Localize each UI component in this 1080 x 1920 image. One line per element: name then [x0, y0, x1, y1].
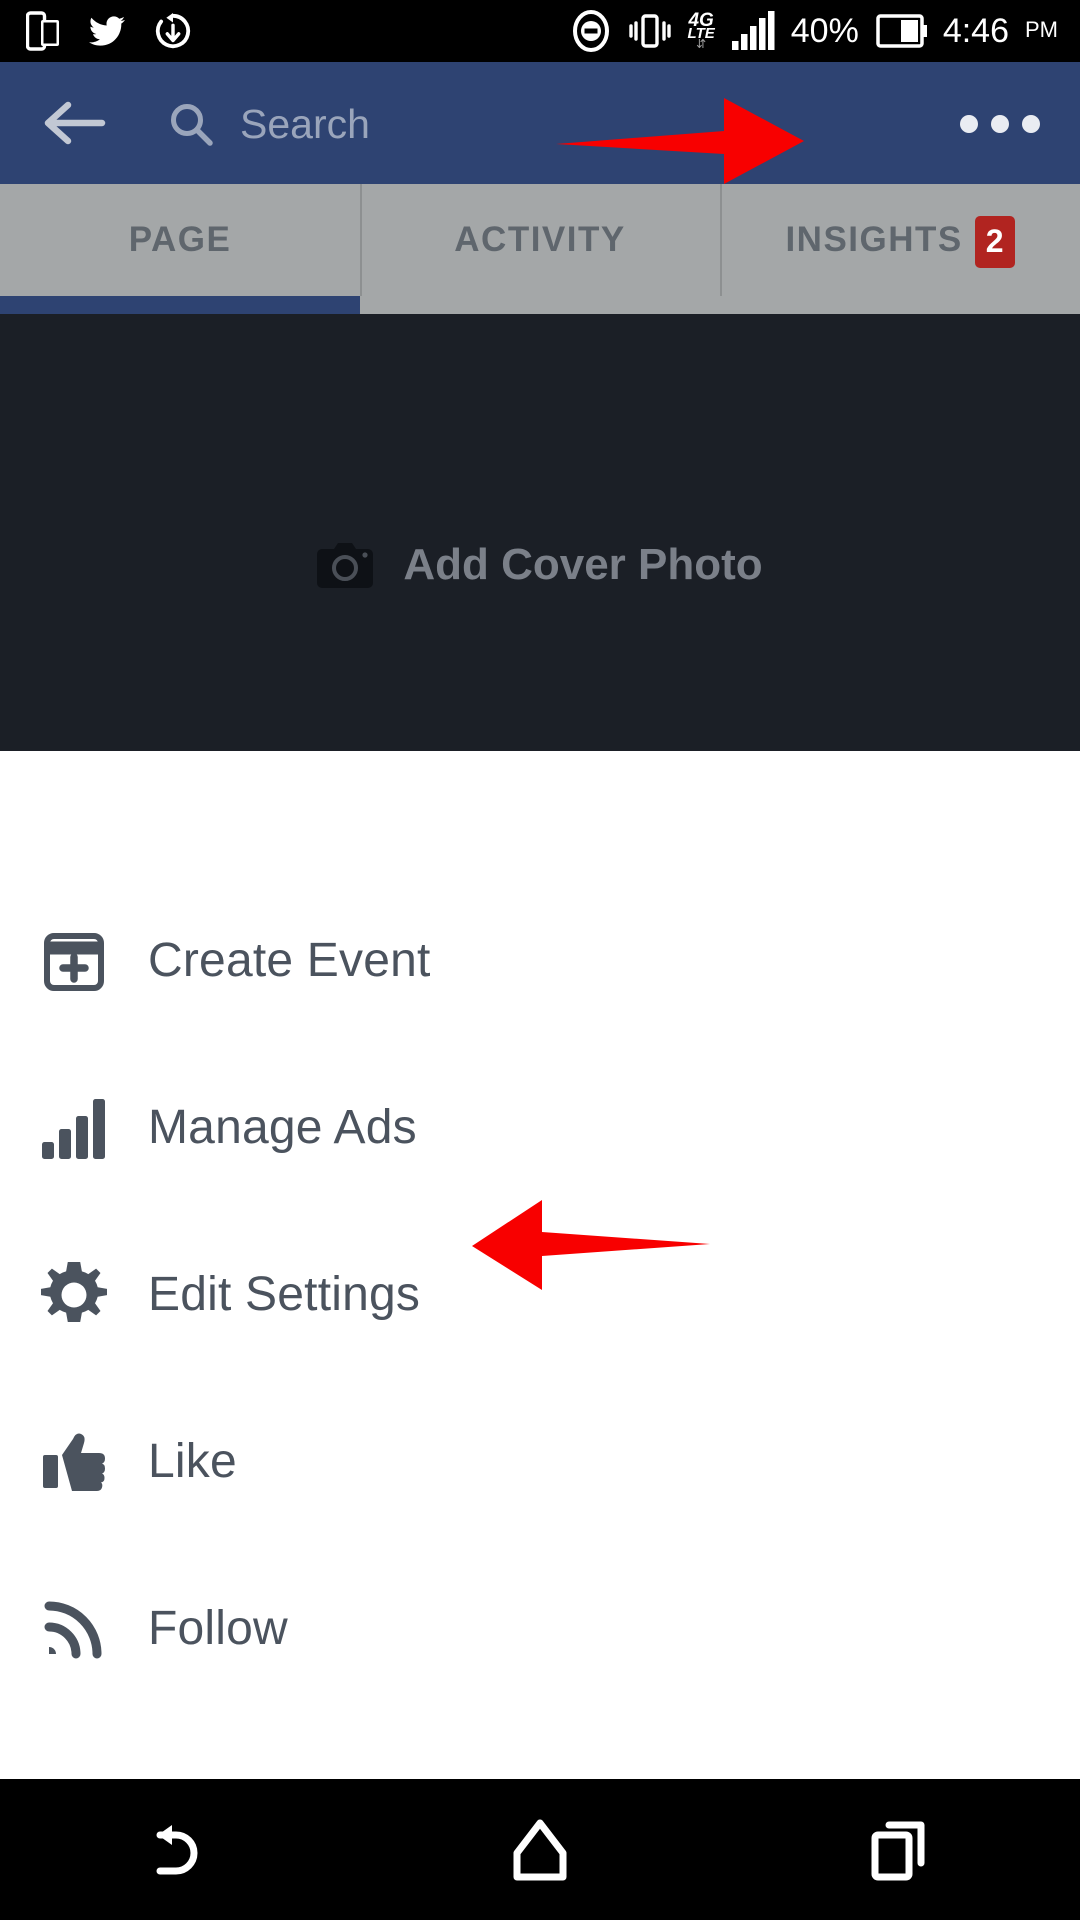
data-arrows-icon: ⇵ [696, 37, 707, 52]
overflow-menu-icon [991, 115, 1009, 133]
multi-window-icon [26, 11, 60, 51]
android-nav-bar [0, 1779, 1080, 1920]
do-not-disturb-icon [570, 10, 612, 52]
back-curved-arrow-icon [156, 1824, 198, 1874]
menu-item-label: Follow [148, 1602, 288, 1655]
back-nav-button[interactable] [0, 1819, 360, 1881]
menu-item-label: Like [148, 1435, 237, 1488]
search-icon [171, 104, 213, 146]
twitter-icon [86, 13, 128, 49]
back-arrow-icon [44, 101, 106, 145]
add-cover-photo-button[interactable]: Add Cover Photo [317, 539, 763, 590]
4g-lte-icon: 4G LTE ⇵ [687, 9, 715, 52]
clock-label: 4:46 [942, 12, 1009, 50]
vibrate-icon [628, 10, 672, 52]
menu-item-follow[interactable]: Follow [0, 1545, 1080, 1712]
rss-icon [0, 1598, 148, 1660]
menu-item-create-event[interactable]: Create Event [0, 877, 1080, 1044]
status-bar-right-icons: 4G LTE ⇵ 40% 4:46 PM [570, 10, 1080, 52]
tab-activity-label: ACTIVITY [454, 220, 626, 259]
page-actions-menu: Create Event Manage Ads Edit Settings Li… [0, 751, 1080, 1779]
app-bar: Search [0, 62, 1080, 196]
search-input[interactable]: Search [168, 86, 918, 162]
home-icon [513, 1819, 567, 1880]
battery-icon [875, 14, 927, 48]
overflow-menu-button[interactable] [952, 102, 1048, 146]
thumbs-up-icon [0, 1431, 148, 1493]
clock-meridiem-label: PM [1025, 17, 1058, 42]
menu-item-label: Create Event [148, 934, 431, 987]
phone-screen: 4G LTE ⇵ 40% 4:46 PM Search PAGE ACTIVIT… [0, 0, 1080, 1920]
cover-photo-area[interactable]: Add Cover Photo [0, 314, 1080, 751]
battery-percent-label: 40% [790, 12, 859, 50]
menu-item-manage-ads[interactable]: Manage Ads [0, 1044, 1080, 1211]
menu-item-edit-settings[interactable]: Edit Settings [0, 1211, 1080, 1378]
back-button[interactable] [40, 90, 110, 156]
home-nav-button[interactable] [360, 1819, 720, 1881]
tab-bar: PAGE ACTIVITY INSIGHTS 2 [0, 184, 1080, 296]
tab-page-label: PAGE [128, 220, 232, 259]
recents-icon [871, 1821, 925, 1880]
menu-item-like[interactable]: Like [0, 1378, 1080, 1545]
add-cover-photo-label: Add Cover Photo [403, 539, 763, 589]
gear-icon [0, 1261, 148, 1328]
bar-chart-icon [0, 1097, 148, 1159]
status-bar: 4G LTE ⇵ 40% 4:46 PM [0, 0, 1080, 62]
menu-item-label: Manage Ads [148, 1101, 417, 1154]
search-placeholder: Search [240, 100, 370, 147]
camera-icon [317, 542, 374, 588]
insights-badge: 2 [974, 216, 1015, 268]
tab-activity[interactable]: ACTIVITY [360, 184, 720, 296]
tab-page[interactable]: PAGE [0, 184, 360, 296]
tab-insights-label: INSIGHTS [785, 220, 963, 259]
tab-active-indicator [0, 296, 360, 314]
menu-item-label: Edit Settings [148, 1268, 421, 1321]
overflow-menu-icon [960, 115, 978, 133]
calendar-plus-icon [0, 930, 148, 992]
overflow-menu-icon [1022, 115, 1040, 133]
tab-insights[interactable]: INSIGHTS 2 [720, 184, 1080, 296]
recents-nav-button[interactable] [720, 1819, 1080, 1881]
sync-icon [154, 11, 192, 51]
signal-bars-icon [731, 11, 775, 51]
status-bar-left-icons [0, 11, 192, 51]
